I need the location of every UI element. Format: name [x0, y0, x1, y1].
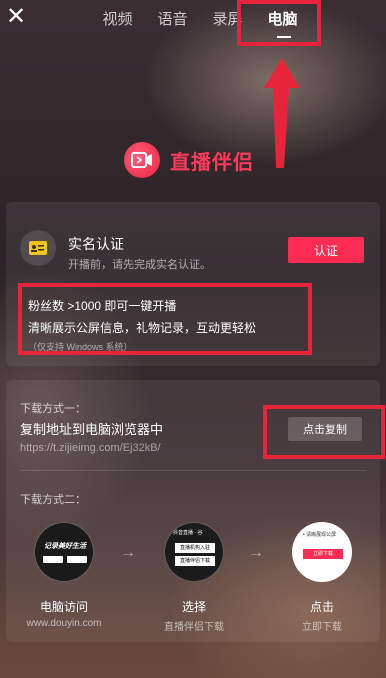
divider	[20, 470, 366, 471]
download-method1-label: 下载方式一：	[20, 403, 86, 415]
step-visit-thumbnail: 记录美好生活	[34, 522, 94, 582]
tab-voice[interactable]: 语音	[145, 8, 200, 29]
logo-title: 直播伴侣	[170, 151, 254, 174]
app-logo: 直播伴侣	[124, 142, 254, 178]
verify-button[interactable]: 认证	[288, 237, 364, 263]
verify-subtitle: 开播前，请先完成实名认证。	[68, 259, 211, 271]
chevron-right-icon: →	[248, 544, 264, 561]
id-card-icon	[20, 230, 56, 266]
thumb-header: • 清晰展现公屏	[303, 532, 337, 538]
download-method1-title: 复制地址到电脑浏览器中	[20, 422, 164, 437]
annotation-box-fans	[18, 283, 312, 355]
thumb-store-badge	[43, 556, 63, 563]
annotation-box-tab	[237, 0, 321, 46]
step-subtitle: 立即下载	[302, 622, 342, 633]
step-subtitle: 直播伴侣下载	[164, 622, 224, 633]
step-title: 点击	[309, 600, 334, 614]
thumb-header: 抖音直播 · 谷	[173, 530, 203, 536]
step-click-thumbnail: • 清晰展现公屏 立即下载	[292, 522, 352, 582]
step-visit: 记录美好生活 电脑访问 www.douyin.com	[14, 522, 114, 629]
step-click: • 清晰展现公屏 立即下载 点击 立即下载	[272, 522, 372, 633]
step-title: 选择	[181, 600, 206, 614]
tab-video[interactable]: 视频	[90, 8, 145, 29]
download-method2-label: 下载方式二：	[20, 494, 86, 506]
top-bar: ✕ 视频 语音 录屏 电脑	[0, 0, 386, 40]
thumb-download-button: 立即下载	[303, 549, 343, 559]
download-url[interactable]: https://t.zijieimg.com/Ej32kB/	[20, 442, 161, 454]
step-select-thumbnail: 抖音直播 · 谷 直播机构入驻 直播伴侣下载	[164, 522, 224, 582]
thumb-store-badge	[67, 556, 87, 563]
verify-title: 实名认证	[68, 236, 124, 252]
thumb-option: 直播机构入驻	[175, 543, 215, 553]
close-icon[interactable]: ✕	[6, 5, 26, 29]
annotation-box-copy	[263, 405, 385, 459]
annotation-arrow-icon	[264, 58, 300, 168]
live-companion-logo-icon	[124, 142, 160, 178]
thumb-slogan: 记录美好生活	[44, 543, 86, 550]
step-title: 电脑访问	[39, 600, 88, 614]
thumb-option: 直播伴侣下载	[175, 556, 215, 566]
step-select: 抖音直播 · 谷 直播机构入驻 直播伴侣下载 选择 直播伴侣下载	[144, 522, 244, 633]
chevron-right-icon: →	[120, 544, 136, 561]
step-subtitle: www.douyin.com	[26, 618, 102, 629]
